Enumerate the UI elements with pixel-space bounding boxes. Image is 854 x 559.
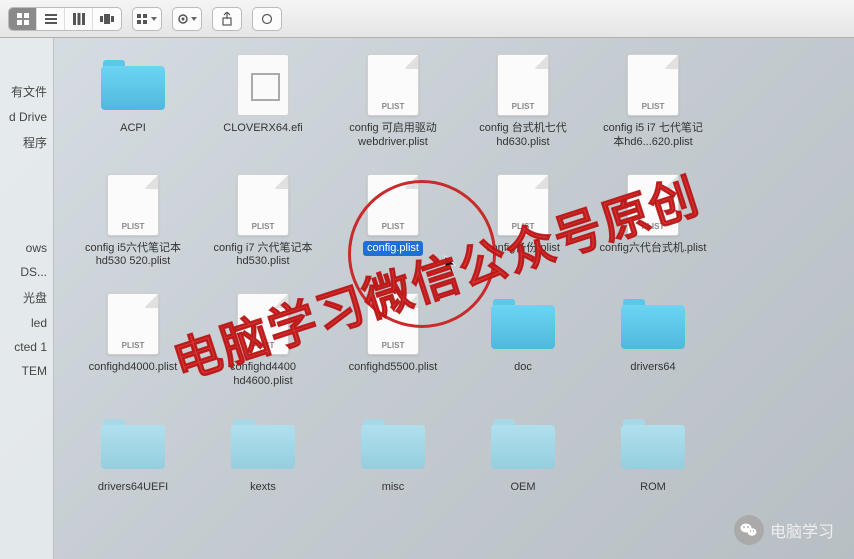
folder-icon — [229, 417, 297, 471]
file-item[interactable]: confighd5500.plist — [334, 292, 452, 390]
file-label: kexts — [246, 480, 280, 496]
folder-icon — [99, 417, 167, 471]
view-mode-group — [8, 7, 122, 31]
sidebar-item[interactable]: 光盘 — [0, 284, 53, 311]
view-coverflow-button[interactable] — [93, 7, 121, 31]
action-button[interactable] — [173, 7, 201, 31]
finder-sidebar: 有文件 d Drive 程序 ows DS... 光盘 led cted 1 T… — [0, 38, 54, 559]
share-group[interactable] — [212, 7, 242, 31]
file-item[interactable]: misc — [334, 412, 452, 496]
file-item[interactable]: config.plist — [334, 173, 452, 271]
file-item[interactable]: config 台式机七代hd630.plist — [464, 53, 582, 151]
file-label: config i5 i7 七代笔记本hd6...620.plist — [594, 121, 712, 151]
plist-file-icon — [497, 54, 549, 116]
sidebar-item[interactable]: TEM — [0, 359, 53, 383]
sidebar-item[interactable]: DS... — [0, 260, 53, 284]
plist-file-icon — [367, 174, 419, 236]
finder-toolbar — [0, 0, 854, 38]
file-label: CLOVERX64.efi — [219, 121, 306, 137]
efi-file-icon — [237, 54, 289, 116]
folder-icon — [489, 417, 557, 471]
sidebar-item[interactable]: ows — [0, 236, 53, 260]
file-item[interactable]: kexts — [204, 412, 322, 496]
footer-label: 电脑学习 — [770, 518, 834, 542]
file-label: config i5六代笔记本hd530 520.plist — [74, 241, 192, 271]
sidebar-item[interactable]: 有文件 — [0, 78, 53, 105]
file-label: config 可启用驱动webdriver.plist — [334, 121, 452, 151]
file-label: ROM — [636, 480, 670, 496]
sidebar-item[interactable]: 程序 — [0, 129, 53, 156]
share-button[interactable] — [213, 7, 241, 31]
file-label: misc — [378, 480, 409, 496]
file-label: config备份.plist — [482, 241, 564, 257]
folder-icon — [619, 417, 687, 471]
plist-file-icon — [367, 54, 419, 116]
view-icon-button[interactable] — [9, 7, 37, 31]
plist-file-icon — [367, 293, 419, 355]
file-item[interactable]: OEM — [464, 412, 582, 496]
plist-file-icon — [107, 293, 159, 355]
plist-file-icon — [497, 174, 549, 236]
file-item[interactable]: ROM — [594, 412, 712, 496]
arrange-button[interactable] — [133, 7, 161, 31]
folder-icon — [489, 297, 557, 351]
file-label: OEM — [506, 480, 539, 496]
folder-icon — [99, 58, 167, 112]
file-label: confighd5500.plist — [345, 360, 442, 376]
folder-icon — [619, 297, 687, 351]
sidebar-item[interactable]: led — [0, 311, 53, 335]
file-label: drivers64 — [626, 360, 679, 376]
file-item[interactable]: drivers64UEFI — [74, 412, 192, 496]
file-item[interactable]: confighd4000.plist — [74, 292, 192, 390]
file-item[interactable]: doc — [464, 292, 582, 390]
action-group[interactable] — [172, 7, 202, 31]
file-label: confighd4000.plist — [85, 360, 182, 376]
file-label: confighd4400 hd4600.plist — [204, 360, 322, 390]
file-item[interactable]: config备份.plist — [464, 173, 582, 271]
arrange-group[interactable] — [132, 7, 162, 31]
file-label: config 台式机七代hd630.plist — [464, 121, 582, 151]
view-list-button[interactable] — [37, 7, 65, 31]
file-browser-content: ACPI CLOVERX64.efi config 可启用驱动webdriver.p… — [54, 38, 854, 559]
sidebar-item[interactable]: d Drive — [0, 105, 53, 129]
tags-button[interactable] — [253, 7, 281, 31]
view-column-button[interactable] — [65, 7, 93, 31]
file-label: doc — [510, 360, 536, 376]
plist-file-icon — [627, 54, 679, 116]
file-item[interactable]: ACPI — [74, 53, 192, 151]
plist-file-icon — [107, 174, 159, 236]
plist-file-icon — [627, 174, 679, 236]
file-label: drivers64UEFI — [94, 480, 172, 496]
file-item[interactable]: drivers64 — [594, 292, 712, 390]
file-label: ACPI — [116, 121, 150, 137]
file-item[interactable]: config i7 六代笔记本hd530.plist — [204, 173, 322, 271]
file-item[interactable]: config i5六代笔记本hd530 520.plist — [74, 173, 192, 271]
file-label: config六代台式机.plist — [596, 241, 711, 257]
file-label: config i7 六代笔记本hd530.plist — [204, 241, 322, 271]
file-item[interactable]: config 可启用驱动webdriver.plist — [334, 53, 452, 151]
plist-file-icon — [237, 174, 289, 236]
file-item[interactable]: config i5 i7 七代笔记本hd6...620.plist — [594, 53, 712, 151]
file-grid: ACPI CLOVERX64.efi config 可启用驱动webdriver.p… — [74, 53, 834, 495]
file-item[interactable]: confighd4400 hd4600.plist — [204, 292, 322, 390]
sidebar-item[interactable]: cted 1 — [0, 335, 53, 359]
folder-icon — [359, 417, 427, 471]
plist-file-icon — [237, 293, 289, 355]
file-item[interactable]: CLOVERX64.efi — [204, 53, 322, 151]
file-label: config.plist — [363, 241, 423, 257]
tags-group[interactable] — [252, 7, 282, 31]
footer-badge: 电脑学习 — [734, 515, 834, 545]
file-item[interactable]: config六代台式机.plist — [594, 173, 712, 271]
wechat-icon — [734, 515, 764, 545]
